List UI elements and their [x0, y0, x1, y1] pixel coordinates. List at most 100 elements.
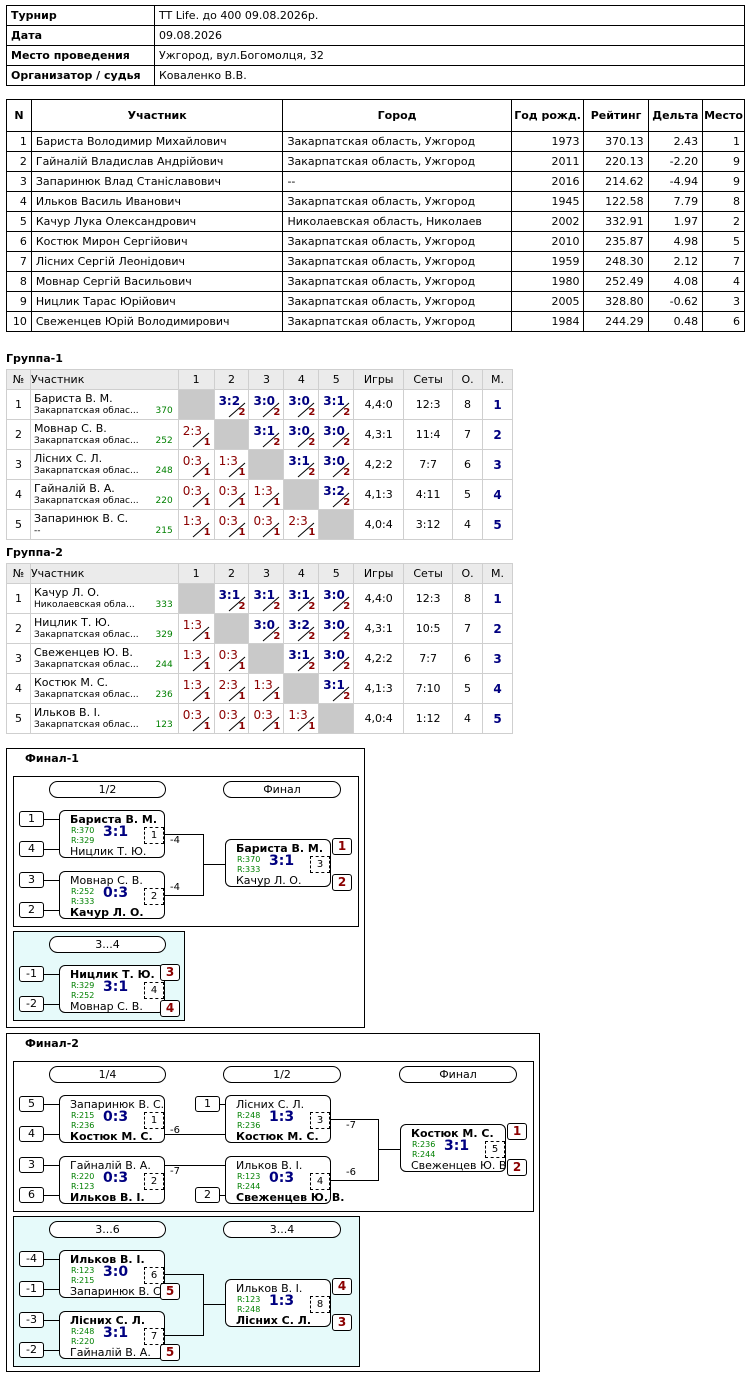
player-rating: 248	[155, 466, 173, 476]
match-box[interactable]: Ильков В. І. R:123 R:244 0:3 4 Свеженцев…	[225, 1156, 344, 1204]
group-2-table: № Участник 1 2 3 4 5 Игры Сеты О. М. 1 Качур Л. О. Ни…	[6, 563, 514, 734]
column-header[interactable]: N	[6, 99, 32, 132]
column-header[interactable]: Город	[282, 99, 512, 132]
match-box[interactable]: Ильков В. І. R:123 R:248 1:3 8 Лісних С.…	[225, 1279, 331, 1327]
player-rating: R:370	[71, 826, 95, 835]
table-cell: 7	[6, 251, 32, 272]
match-box[interactable]: Бариста В. М. R:370 R:329 3:1 1 Ницлик Т…	[59, 810, 165, 858]
info-value: Ужгород, вул.Богомолця, 32	[154, 45, 745, 66]
match-points: 2	[308, 407, 316, 418]
match-score: 0:3	[103, 1170, 129, 1186]
set-score: 1:3	[253, 484, 273, 498]
column-header[interactable]: Место	[702, 99, 745, 132]
participants-table: N Участник Город Год рожд. Рейтинг Дельта Мест…	[6, 99, 745, 332]
group-score-cell: 3:2 2	[283, 613, 320, 644]
match-points: 2	[308, 437, 316, 448]
set-score: 0:3	[218, 484, 238, 498]
player-rating: R:333	[71, 897, 95, 906]
match-box[interactable]: Гайналій В. А. R:220 R:123 0:3 2 Ильков …	[59, 1156, 165, 1204]
group-place: 4	[481, 479, 514, 510]
column-header[interactable]: Рейтинг	[583, 99, 649, 132]
table-cell: 9	[702, 151, 745, 172]
group-player: Свеженцев Ю. В. Закарпатская облас... 244	[29, 643, 179, 674]
seed: -2	[19, 1342, 44, 1358]
set-score: 2:3	[182, 424, 202, 438]
final-place: 3	[332, 1314, 352, 1331]
player-city: Закарпатская облас...	[33, 660, 139, 670]
match-box[interactable]: Ильков В. І. R:123 R:215 3:0 6 Запаринюк…	[59, 1250, 165, 1298]
group-score-cell: 1:3 1	[283, 703, 320, 734]
match-score: 3:0	[103, 1264, 129, 1280]
group-header-row: № Участник 1 2 3 4 5 Игры Сеты О. М.	[6, 369, 514, 390]
group-score-cell: 1:3 1	[177, 673, 215, 704]
group-score-cell: 0:3 1	[213, 509, 250, 540]
group-place: 4	[481, 673, 514, 704]
match-box[interactable]: Мовнар С. В. R:252 R:333 0:3 2 Качур Л. …	[59, 871, 165, 919]
info-label: Дата	[6, 25, 155, 46]
table-cell: 1984	[510, 311, 585, 332]
player-rating: 370	[155, 406, 173, 416]
table-row: 5 Качур Лука Олександрович Николаевская об…	[6, 211, 745, 232]
column-header[interactable]: Год рожд.	[510, 99, 585, 132]
final-place: 4	[332, 1278, 352, 1295]
table-cell: 6	[6, 231, 32, 252]
group-cell-empty	[213, 613, 250, 644]
player-city: Закарпатская облас...	[33, 436, 139, 446]
match-box[interactable]: Лісних С. Л. R:248 R:220 3:1 7 Гайналій …	[59, 1311, 165, 1359]
final-2-consolation-bracket: 3...6 3...4 -4 -1 -3 -2 Ильков В. І. R:1…	[13, 1216, 360, 1367]
table-cell: 4	[702, 271, 745, 292]
final-1-panel: Финал-1 1/2 Финал 1 4 3 2 Бариста В. М. …	[6, 748, 365, 1028]
table-cell: Закарпатская область, Ужгород	[282, 271, 512, 292]
group-score-cell: 1:3 1	[177, 509, 215, 540]
group-score-cell: 3:2 2	[213, 389, 250, 420]
match-box[interactable]: Лісних С. Л. R:248 R:236 1:3 3 Костюк М.…	[225, 1095, 331, 1143]
match-points: 1	[238, 721, 246, 732]
final-match-box[interactable]: Бариста В. М. R:370 R:333 3:1 3 Качур Л.…	[225, 839, 331, 887]
table-cell: 3	[6, 171, 32, 192]
seed: -1	[19, 1281, 44, 1297]
match-score: 3:1	[444, 1138, 470, 1154]
player-name: Гайналій В. А.	[33, 482, 115, 495]
group-row: 3 Лісних С. Л. Закарпатская облас... 248 0:3…	[6, 449, 514, 480]
group-pts: 7	[452, 613, 483, 644]
group-sets: 3:12	[403, 509, 454, 540]
group-place-value: 2	[493, 427, 502, 442]
seed: 2	[195, 1187, 220, 1203]
group-column-header: 2	[213, 563, 250, 584]
table-cell: 9	[702, 171, 745, 192]
table-cell: 3	[702, 291, 745, 312]
player-rating: R:248	[237, 1111, 261, 1120]
player-rating: 252	[155, 436, 173, 446]
final-2-panel: Финал-2 1/4 1/2 Финал 5 4 3 6 Запаринюк …	[6, 1033, 540, 1372]
group-place: 2	[481, 613, 514, 644]
match-points: 2	[273, 601, 281, 612]
set-score: 1:3	[182, 678, 202, 692]
table-cell: 1	[6, 131, 32, 152]
column-header[interactable]: Участник	[30, 99, 284, 132]
final-match-box[interactable]: Костюк М. С. R:236 R:244 3:1 5 Свеженцев…	[400, 1124, 510, 1172]
table-row: 8 Мовнар Сергій Васильович Закарпатская об…	[6, 271, 745, 292]
group-place: 2	[481, 419, 514, 450]
seed: 5	[19, 1096, 44, 1112]
round-label: Финал	[223, 781, 341, 798]
table-cell: Закарпатская область, Ужгород	[282, 131, 512, 152]
info-label: Место проведения	[6, 45, 155, 66]
player-rating: R:215	[71, 1276, 95, 1285]
group-score-cell: 3:1 2	[318, 673, 355, 704]
table-cell: Закарпатская область, Ужгород	[282, 231, 512, 252]
player-rating: R:244	[412, 1150, 436, 1159]
player-rating: R:123	[71, 1182, 95, 1191]
match-box[interactable]: Ницлик Т. Ю. R:329 R:252 3:1 4 Мовнар С.…	[59, 965, 165, 1013]
group-place-value: 5	[493, 711, 502, 726]
column-header[interactable]: Дельта	[647, 99, 704, 132]
match-points: 2	[343, 467, 351, 478]
group-place: 5	[481, 703, 514, 734]
set-score: 3:2	[218, 394, 241, 408]
match-box[interactable]: Запаринюк В. С. R:215 R:236 0:3 1 Костюк…	[59, 1095, 165, 1143]
group-games: 4,3:1	[353, 419, 405, 450]
match-points: 2	[238, 601, 246, 612]
match-number: 1	[144, 827, 164, 844]
group-games: 4,2:2	[353, 643, 405, 674]
player-rating: R:248	[71, 1327, 95, 1336]
match-points: 1	[238, 527, 246, 538]
